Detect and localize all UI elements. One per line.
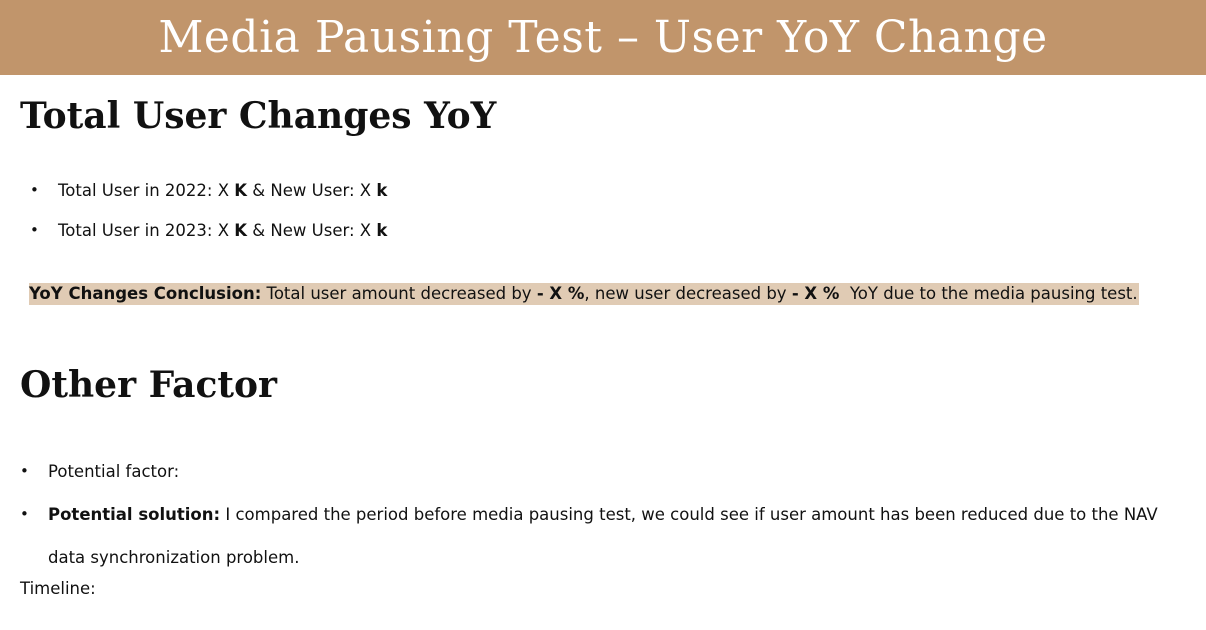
bullet-text: Potential factor: (48, 462, 180, 481)
conclusion-text: Total user amount decreased by (261, 284, 537, 303)
conclusion-label: YoY Changes Conclusion: (29, 284, 262, 303)
solution-label: Potential solution: (48, 505, 221, 524)
conclusion-text: YoY due to the media pausing test. (839, 284, 1138, 303)
list-item-2022: Total User in 2022: X K & New User: X k (30, 180, 388, 201)
bullet-text: Total User in 2022: X (58, 181, 235, 200)
list-item-potential-factor: Potential factor: (20, 450, 1188, 493)
list-item-2023: Total User in 2023: X K & New User: X k (30, 220, 388, 241)
conclusion-highlight: YoY Changes Conclusion: Total user amoun… (29, 283, 1139, 305)
title-banner: Media Pausing Test – User YoY Change (0, 0, 1206, 75)
total-user-list: Total User in 2022: X K & New User: X k … (30, 180, 388, 260)
bullet-unit: k (376, 181, 388, 200)
conclusion-value-total: - X % (536, 284, 585, 303)
bullet-text: & New User: X (247, 221, 377, 240)
slide-title: Media Pausing Test – User YoY Change (158, 12, 1048, 63)
bullet-unit: K (234, 221, 248, 240)
bullet-unit: K (234, 181, 248, 200)
section-heading-total-user-changes: Total User Changes YoY (20, 95, 497, 137)
bullet-unit: k (376, 221, 388, 240)
bullet-text: Total User in 2023: X (58, 221, 235, 240)
timeline-label: Timeline: (20, 579, 96, 598)
other-factor-list: Potential factor: Potential solution: I … (20, 450, 1188, 579)
conclusion-text: , new user decreased by (584, 284, 792, 303)
bullet-text: & New User: X (247, 181, 377, 200)
conclusion-value-new: - X % (791, 284, 840, 303)
list-item-potential-solution: Potential solution: I compared the perio… (20, 493, 1188, 579)
section-heading-other-factor: Other Factor (20, 364, 278, 406)
